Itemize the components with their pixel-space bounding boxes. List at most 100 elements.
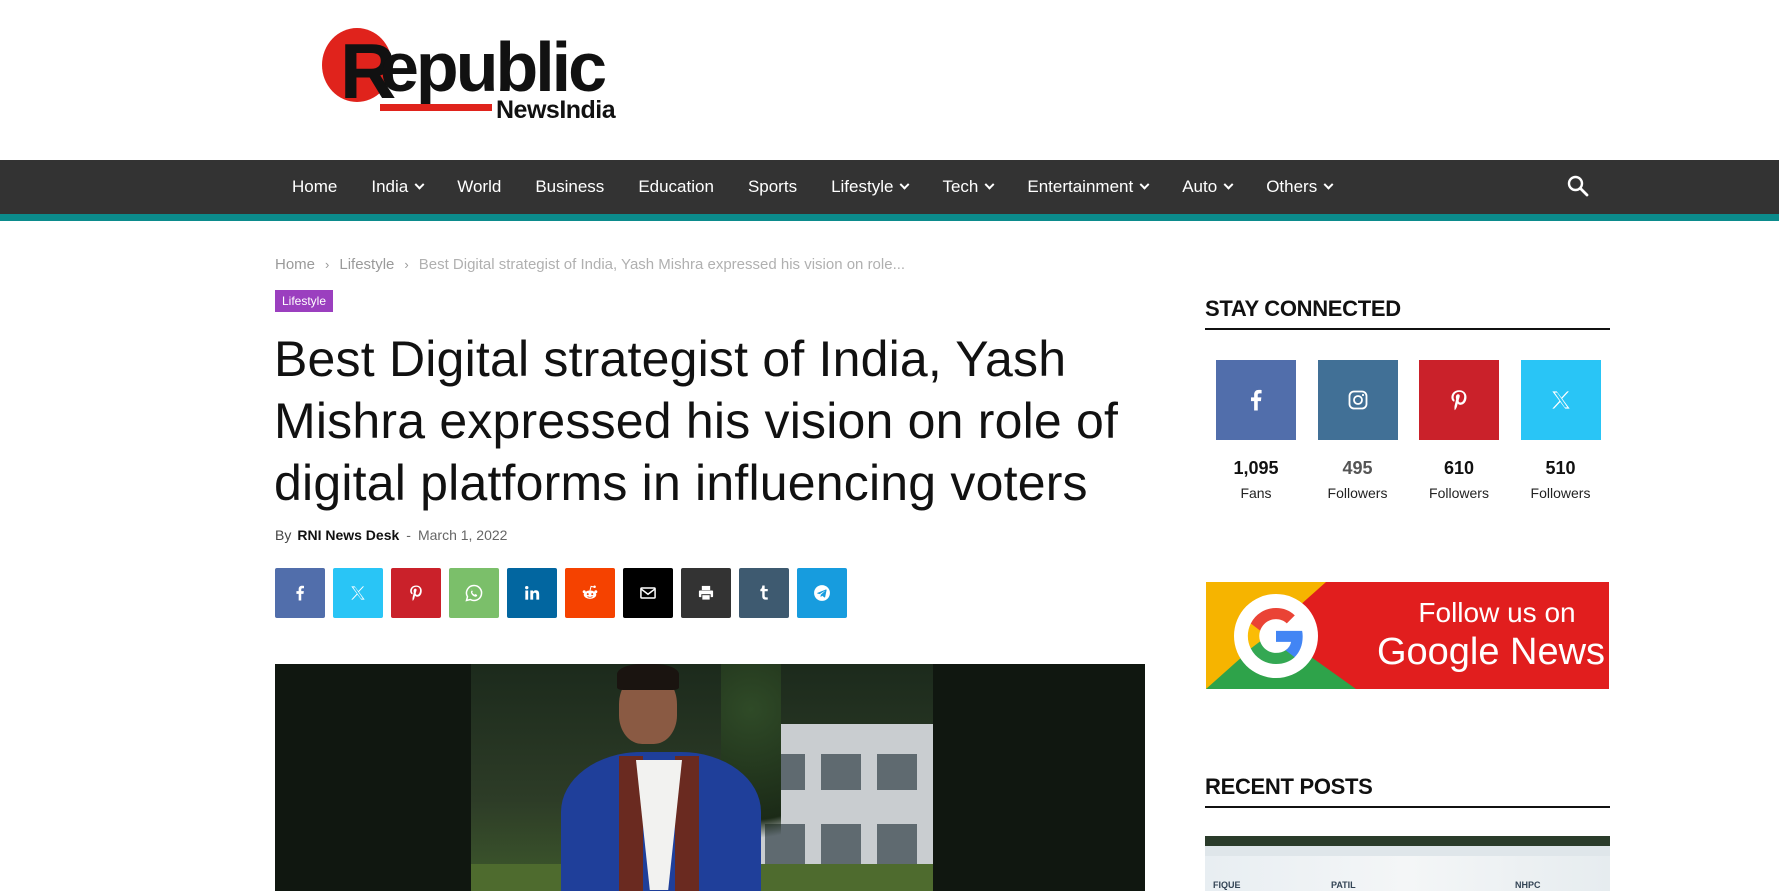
share-telegram-button[interactable] (797, 568, 847, 618)
social-label: Followers (1530, 485, 1591, 501)
social-label: Fans (1240, 485, 1272, 501)
nav-item-label: India (371, 177, 409, 196)
google-news-line2: Google News (1376, 631, 1606, 673)
social-instagram-button[interactable] (1317, 360, 1398, 440)
chevron-down-icon (1323, 179, 1334, 190)
nav-item-world[interactable]: World (440, 160, 518, 214)
share-facebook-button[interactable] (275, 568, 325, 618)
site-header: R epublic NewsIndia (0, 0, 1779, 160)
social-instagram: 495 Followers (1317, 360, 1398, 501)
share-linkedin-button[interactable] (507, 568, 557, 618)
photo-hair (617, 664, 679, 690)
social-facebook: 1,095 Fans (1216, 360, 1296, 501)
article-title: Best Digital strategist of India, Yash M… (274, 331, 1119, 511)
google-news-line1: Follow us on (1418, 597, 1576, 628)
search-icon[interactable] (1566, 174, 1592, 200)
share-email-button[interactable] (623, 568, 673, 618)
share-buttons (275, 568, 855, 618)
main-navigation: Home India World Business Education Spor… (0, 160, 1779, 221)
chevron-down-icon (900, 179, 910, 190)
nav-item-label: Tech (942, 177, 979, 196)
share-twitter-button[interactable] (333, 568, 383, 618)
nav-item-label: Business (535, 177, 605, 196)
share-print-button[interactable] (681, 568, 731, 618)
author-link[interactable]: RNI News Desk (297, 527, 399, 543)
category-badge[interactable]: Lifestyle (275, 290, 334, 312)
nav-item-label: Others (1266, 177, 1318, 196)
breadcrumb-home[interactable]: Home (275, 256, 315, 273)
social-count: 510 (1545, 458, 1576, 478)
social-count: 1,095 (1233, 458, 1279, 478)
nav-item-sports[interactable]: Sports (731, 160, 814, 214)
byline-prefix: By (275, 527, 292, 543)
nav-item-label: Sports (747, 177, 798, 196)
whatsapp-icon (465, 584, 483, 602)
pinterest-icon (1451, 390, 1467, 411)
mail-icon (640, 587, 656, 599)
social-twitter: 510 Followers (1520, 360, 1601, 501)
social-label: Followers (1327, 485, 1388, 501)
featured-image (275, 664, 1145, 891)
social-count: 610 (1443, 458, 1475, 478)
share-pinterest-button[interactable] (391, 568, 441, 618)
recent-post-thumbnail[interactable]: FIQUE PATIL NHPC (1205, 836, 1610, 891)
linkedin-icon (525, 586, 540, 600)
thumbnail-banner (1205, 856, 1610, 891)
x-icon (1551, 391, 1570, 409)
social-facebook-button[interactable] (1216, 360, 1296, 440)
chevron-down-icon (414, 179, 425, 190)
nav-menu: Home India World Business Education Spor… (275, 160, 1349, 214)
logo-wordmark: epublic (380, 28, 607, 106)
nav-item-label: Education (638, 177, 714, 196)
nav-item-home[interactable]: Home (275, 160, 354, 214)
chevron-down-icon (1223, 179, 1234, 190)
logo-subtitle-suffix: India (559, 96, 616, 124)
breadcrumb-separator: › (325, 257, 330, 272)
article-photo (471, 664, 933, 891)
thumbnail-text: FIQUE (1213, 880, 1241, 890)
telegram-icon (814, 585, 830, 601)
google-news-banner[interactable]: Follow us on Google News (1206, 582, 1609, 689)
nav-item-tech[interactable]: Tech (925, 160, 1010, 214)
x-icon (351, 586, 365, 600)
breadcrumb-category[interactable]: Lifestyle (339, 256, 394, 273)
logo-subtitle: NewsIndia (496, 96, 616, 124)
nav-item-label: Entertainment (1027, 177, 1134, 196)
thumbnail-text: NHPC (1515, 880, 1541, 890)
photo-window (821, 754, 861, 790)
facebook-icon (296, 585, 304, 601)
social-pinterest-button[interactable] (1419, 360, 1499, 440)
google-icon (1234, 594, 1318, 678)
nav-item-india[interactable]: India (354, 160, 440, 214)
nav-item-entertainment[interactable]: Entertainment (1010, 160, 1165, 214)
pinterest-icon (410, 585, 422, 601)
chevron-down-icon (984, 179, 995, 190)
social-twitter-button[interactable] (1520, 360, 1601, 440)
nav-item-business[interactable]: Business (518, 160, 621, 214)
nav-item-label: World (457, 177, 502, 196)
photo-window (877, 824, 917, 864)
share-reddit-button[interactable] (565, 568, 615, 618)
share-whatsapp-button[interactable] (449, 568, 499, 618)
social-pinterest: 610 Followers (1419, 360, 1499, 501)
share-tumblr-button[interactable] (739, 568, 789, 618)
social-counters: 1,095 Fans 495 Followers 610 Followers 5… (1216, 360, 1622, 501)
logo-subtitle-prefix: News (496, 96, 560, 124)
site-logo[interactable]: R epublic NewsIndia (318, 24, 648, 124)
nav-item-lifestyle[interactable]: Lifestyle (814, 160, 925, 214)
nav-item-education[interactable]: Education (621, 160, 731, 214)
thumbnail-text: PATIL (1331, 880, 1356, 890)
facebook-icon (1250, 389, 1262, 411)
photo-window (877, 754, 917, 790)
logo-underline (380, 104, 492, 111)
social-label: Followers (1429, 485, 1489, 501)
reddit-icon (582, 585, 598, 599)
chevron-down-icon (1139, 179, 1150, 190)
nav-item-auto[interactable]: Auto (1165, 160, 1249, 214)
recent-posts-title: RECENT POSTS (1205, 774, 1610, 808)
nav-item-others[interactable]: Others (1249, 160, 1349, 214)
publish-date: March 1, 2022 (417, 527, 508, 543)
article-meta: By RNI News Desk - March 1, 2022 (275, 527, 507, 543)
stay-connected-title: STAY CONNECTED (1205, 296, 1610, 330)
breadcrumb-separator: › (404, 257, 409, 272)
